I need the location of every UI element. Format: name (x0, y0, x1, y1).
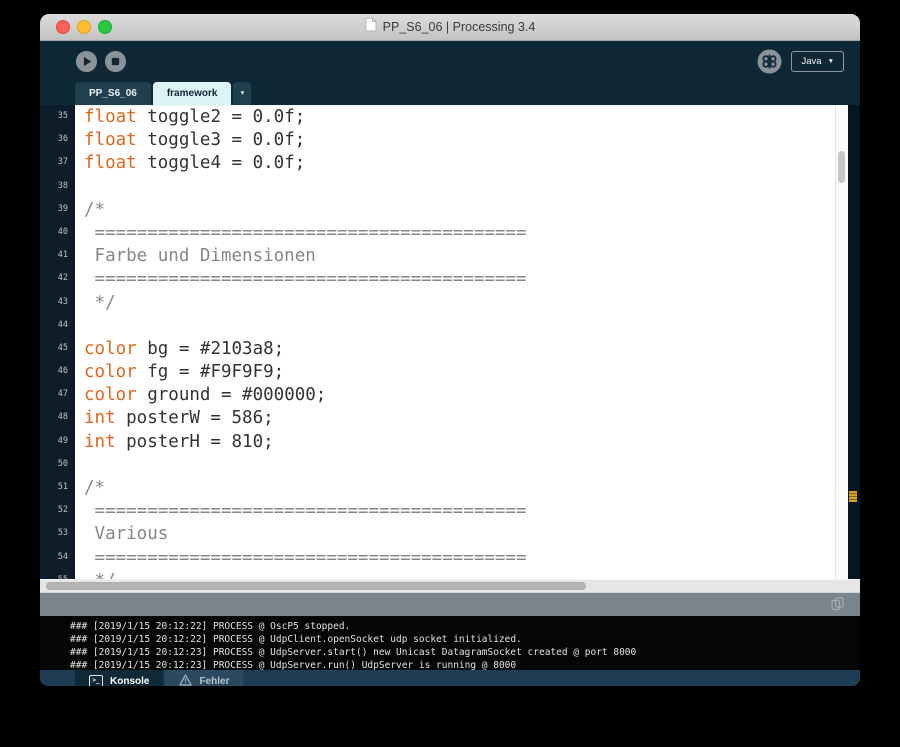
code-line: */ (75, 292, 835, 315)
stop-button[interactable] (104, 50, 127, 73)
code-line: ========================================… (75, 547, 835, 570)
line-number: 53 (40, 522, 73, 545)
code-line: float toggle2 = 0.0f; (75, 106, 835, 129)
code-line (75, 176, 835, 199)
line-number: 46 (40, 360, 73, 383)
code-line: ========================================… (75, 222, 835, 245)
code-line: Various (75, 523, 835, 546)
title-bar: PP_S6_06 | Processing 3.4 (40, 14, 860, 41)
code-line: /* (75, 199, 835, 222)
console-line: ### [2019/1/15 20:12:22] PROCESS @ UdpCl… (70, 633, 860, 646)
code-line (75, 454, 835, 477)
play-icon (75, 50, 98, 73)
code-line: float toggle3 = 0.0f; (75, 129, 835, 152)
debug-button[interactable] (757, 49, 782, 74)
console-line: ### [2019/1/15 20:12:23] PROCESS @ UdpSe… (70, 646, 860, 659)
line-number: 42 (40, 267, 73, 290)
code-line: Farbe und Dimensionen (75, 245, 835, 268)
tab-pp-s6-06[interactable]: PP_S6_06 (75, 82, 151, 105)
editor: 3536373839404142434445464748495051525354… (40, 105, 860, 579)
line-number: 44 (40, 314, 73, 337)
warning-marker[interactable] (849, 491, 857, 502)
line-number-gutter: 3536373839404142434445464748495051525354… (40, 105, 75, 579)
window-title: PP_S6_06 | Processing 3.4 (383, 20, 536, 34)
line-number: 52 (40, 499, 73, 522)
line-number: 55 (40, 569, 73, 579)
run-button[interactable] (75, 50, 98, 73)
bottom-tab-fehler[interactable]: Fehler (165, 670, 243, 686)
bottom-tab-konsole[interactable]: >_ Konsole (75, 670, 163, 686)
toolbar: Java ▼ (40, 41, 860, 81)
code-line: ========================================… (75, 500, 835, 523)
horizontal-scrollbar[interactable] (40, 579, 860, 592)
mode-selector[interactable]: Java ▼ (791, 51, 844, 72)
console-output[interactable]: ### [2019/1/15 20:12:22] PROCESS @ OscP5… (40, 616, 860, 670)
warning-icon (179, 674, 192, 686)
status-bar (40, 592, 860, 616)
line-number: 36 (40, 128, 73, 151)
fehler-label: Fehler (199, 676, 229, 686)
line-number: 54 (40, 546, 73, 569)
sketch-tab-bar: PP_S6_06 framework ▼ (40, 81, 860, 105)
line-number: 35 (40, 105, 73, 128)
line-number: 40 (40, 221, 73, 244)
konsole-label: Konsole (110, 676, 149, 686)
code-line: */ (75, 570, 835, 579)
line-number: 45 (40, 337, 73, 360)
mode-label: Java (801, 56, 821, 67)
code-line: /* (75, 477, 835, 500)
code-line: float toggle4 = 0.0f; (75, 152, 835, 175)
line-number: 47 (40, 383, 73, 406)
processing-ide-window: PP_S6_06 | Processing 3.4 (40, 14, 860, 686)
vertical-scrollbar[interactable] (835, 105, 848, 579)
console-line: ### [2019/1/15 20:12:23] PROCESS @ UdpSe… (70, 659, 860, 670)
line-number: 37 (40, 151, 73, 174)
line-number: 51 (40, 476, 73, 499)
line-number: 39 (40, 198, 73, 221)
code-line (75, 315, 835, 338)
stop-icon (104, 50, 127, 73)
code-line: int posterW = 586; (75, 407, 835, 430)
code-line: color bg = #2103a8; (75, 338, 835, 361)
chevron-down-icon: ▼ (828, 58, 834, 65)
document-icon (365, 17, 377, 37)
debug-butterfly-icon (757, 49, 782, 74)
console-line: ### [2019/1/15 20:12:22] PROCESS @ OscP5… (70, 620, 860, 633)
editor-edge-column (848, 105, 860, 579)
horizontal-scrollbar-thumb[interactable] (46, 582, 586, 590)
line-number: 49 (40, 430, 73, 453)
line-number: 38 (40, 175, 73, 198)
code-area[interactable]: float toggle2 = 0.0f;float toggle3 = 0.0… (75, 105, 835, 579)
tab-menu-button[interactable]: ▼ (233, 82, 251, 105)
close-button[interactable] (56, 20, 70, 34)
line-number: 50 (40, 453, 73, 476)
zoom-button[interactable] (98, 20, 112, 34)
screenshot-background: PP_S6_06 | Processing 3.4 (0, 0, 900, 747)
code-line: color fg = #F9F9F9; (75, 361, 835, 384)
bottom-tab-bar: >_ Konsole Fehler (40, 670, 860, 686)
console-icon: >_ (89, 675, 103, 686)
line-number: 41 (40, 244, 73, 267)
code-line: int posterH = 810; (75, 431, 835, 454)
line-number: 43 (40, 291, 73, 314)
code-line: ========================================… (75, 268, 835, 291)
vertical-scrollbar-thumb[interactable] (838, 151, 845, 183)
copy-icon[interactable] (831, 597, 844, 616)
code-line: color ground = #000000; (75, 384, 835, 407)
minimize-button[interactable] (77, 20, 91, 34)
line-number: 48 (40, 406, 73, 429)
tab-framework[interactable]: framework (153, 82, 232, 105)
traffic-lights (56, 20, 112, 34)
